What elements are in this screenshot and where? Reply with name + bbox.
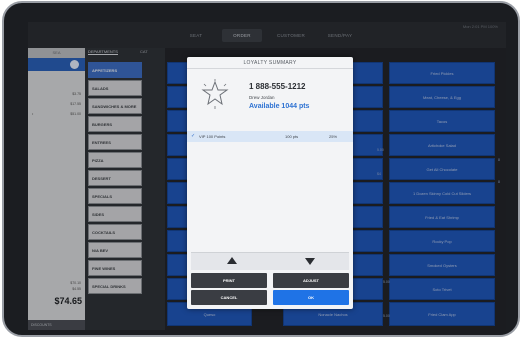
star-badge-icon	[201, 79, 229, 109]
scroll-up-icon[interactable]	[227, 257, 237, 264]
customer-phone: 1 888-555-1212	[249, 82, 306, 91]
reward-percent: 25%	[329, 134, 338, 139]
adjust-button[interactable]: ADJUST	[273, 273, 349, 288]
print-button[interactable]: PRINT	[191, 273, 267, 288]
reward-row[interactable]: ✓ VIP 100 Points 100 pts 25%	[187, 131, 353, 142]
cancel-button[interactable]: CANCEL	[191, 290, 267, 305]
ok-button[interactable]: OK	[273, 290, 349, 305]
scroll-down-icon[interactable]	[305, 258, 315, 265]
customer-name: Drew Jordan	[249, 95, 275, 100]
reward-points: 100 pts	[285, 134, 299, 139]
checkmark-icon: ✓	[191, 133, 196, 139]
scroll-controls	[191, 252, 349, 270]
reward-name: VIP 100 Points	[199, 134, 226, 139]
dialog-title: LOYALTY SUMMARY	[187, 57, 353, 69]
available-points: Available 1044 pts	[249, 103, 310, 110]
app-screen: SEAT ORDER CUSTOMER SEND/PAY Mon 2:01 PM…	[28, 22, 506, 330]
loyalty-summary-dialog: LOYALTY SUMMARY 1 888-555-1212 Drew Jord…	[187, 57, 353, 309]
tablet-frame: SEAT ORDER CUSTOMER SEND/PAY Mon 2:01 PM…	[2, 1, 520, 337]
